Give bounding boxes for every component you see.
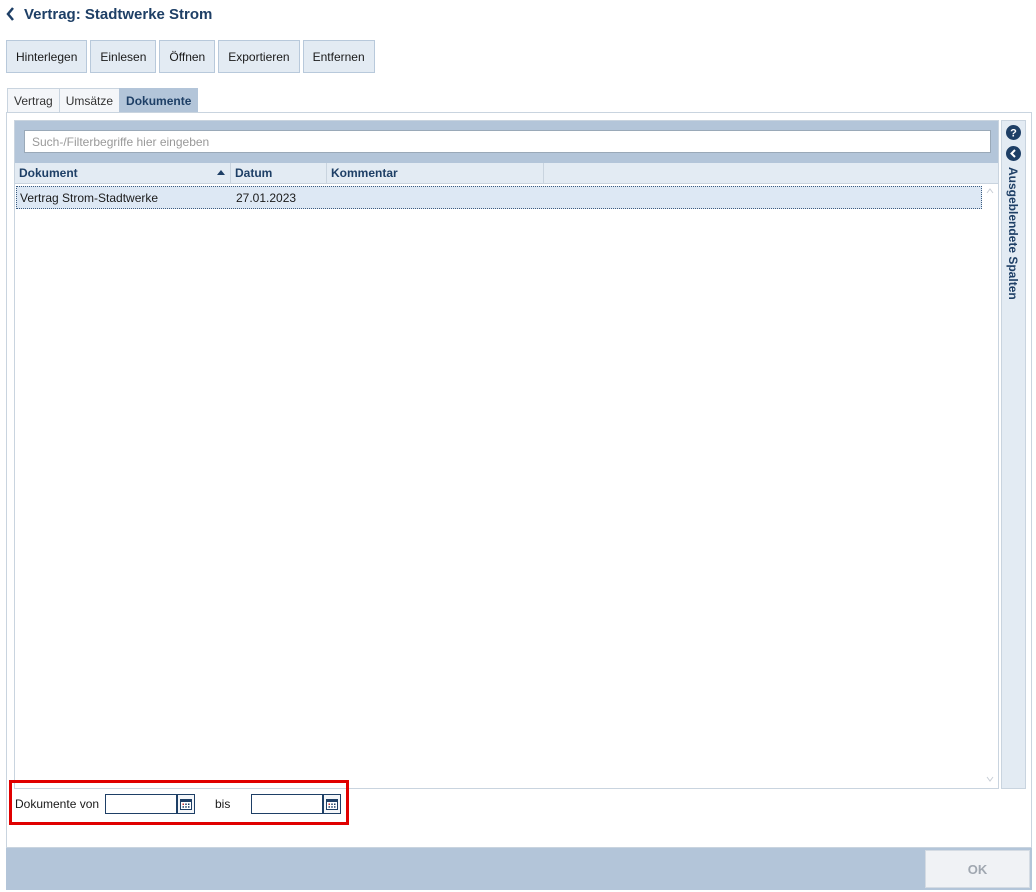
tab-bar: Vertrag Umsätze Dokumente xyxy=(7,88,199,112)
filter-bar xyxy=(15,121,998,163)
exportieren-button[interactable]: Exportieren xyxy=(218,40,300,73)
documents-grid: Dokument Datum Kommentar Vertrag Strom-S… xyxy=(14,120,999,789)
date-from-input[interactable] xyxy=(105,794,177,814)
tab-vertrag[interactable]: Vertrag xyxy=(7,88,60,112)
scroll-up-icon[interactable] xyxy=(986,188,994,196)
tab-umsaetze[interactable]: Umsätze xyxy=(58,88,121,112)
column-header-datum[interactable]: Datum xyxy=(231,163,327,183)
column-label: Kommentar xyxy=(331,166,398,180)
search-input[interactable] xyxy=(24,130,991,153)
back-navigation[interactable]: Vertrag: Stadtwerke Strom xyxy=(6,4,212,24)
entfernen-button[interactable]: Entfernen xyxy=(302,40,375,73)
hidden-columns-label: Ausgeblendete Spalten xyxy=(1006,167,1020,300)
date-from-label: Dokumente von xyxy=(15,797,100,811)
cell-kommentar xyxy=(329,187,546,208)
tab-dokumente[interactable]: Dokumente xyxy=(119,88,199,112)
calendar-icon[interactable] xyxy=(177,794,195,814)
ok-button[interactable]: OK xyxy=(925,850,1030,888)
column-header-dokument[interactable]: Dokument xyxy=(15,163,231,183)
cell-dokument: Vertrag Strom-Stadtwerke xyxy=(20,190,159,205)
hinterlegen-button[interactable]: Hinterlegen xyxy=(6,40,88,73)
grid-body: Vertrag Strom-Stadtwerke 27.01.2023 xyxy=(15,184,983,788)
date-to-input[interactable] xyxy=(251,794,323,814)
calendar-icon[interactable] xyxy=(323,794,341,814)
documents-panel: Dokument Datum Kommentar Vertrag Strom-S… xyxy=(6,112,1032,848)
table-row[interactable]: Vertrag Strom-Stadtwerke 27.01.2023 xyxy=(16,186,982,209)
hidden-columns-panel[interactable]: ? Ausgeblendete Spalten xyxy=(1001,120,1026,789)
scroll-down-icon[interactable] xyxy=(986,776,994,784)
page-title: Vertrag: Stadtwerke Strom xyxy=(24,5,213,23)
svg-text:?: ? xyxy=(1010,128,1017,140)
column-header-kommentar[interactable]: Kommentar xyxy=(327,163,544,183)
date-to-label: bis xyxy=(215,797,231,811)
vertical-scrollbar[interactable] xyxy=(982,184,998,788)
cell-datum: 27.01.2023 xyxy=(236,190,297,205)
dialog-footer: OK xyxy=(6,848,1032,890)
grid-header: Dokument Datum Kommentar xyxy=(15,163,998,184)
einlesen-button[interactable]: Einlesen xyxy=(90,40,157,73)
date-range-filter: Dokumente von bis xyxy=(9,780,349,825)
column-label: Datum xyxy=(235,166,273,180)
chevron-left-circle-icon[interactable] xyxy=(1006,146,1021,161)
help-icon[interactable]: ? xyxy=(1006,125,1021,140)
chevron-left-icon xyxy=(6,6,18,22)
column-label: Dokument xyxy=(19,166,78,180)
toolbar: Hinterlegen Einlesen Öffnen Exportieren … xyxy=(6,40,375,73)
sort-ascending-icon xyxy=(217,170,225,175)
oeffnen-button[interactable]: Öffnen xyxy=(159,40,216,73)
